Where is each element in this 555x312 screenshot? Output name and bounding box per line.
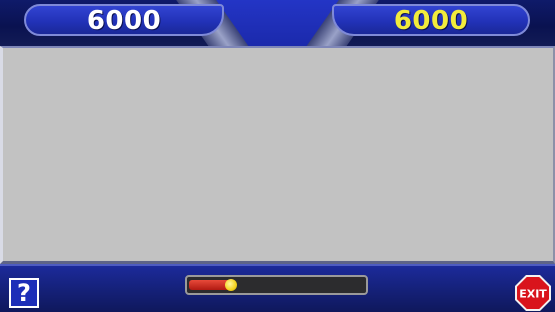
- control-bar: ? EXIT: [0, 264, 555, 312]
- player-one-score: 6000: [24, 4, 224, 36]
- player-two-score: 6000: [332, 4, 530, 36]
- question-mark-icon: ?: [17, 279, 31, 307]
- timer-knob: [225, 279, 237, 291]
- exit-label: EXIT: [519, 288, 547, 301]
- player-one-score-value: 6000: [86, 6, 162, 36]
- timer-bar: [185, 275, 368, 295]
- stop-sign-exit-icon: EXIT: [515, 275, 551, 311]
- player-two-score-value: 6000: [393, 6, 469, 36]
- score-bar: 6000 6000: [0, 0, 555, 48]
- game-display-panel: [0, 46, 555, 264]
- help-button[interactable]: ?: [9, 278, 39, 308]
- exit-button[interactable]: EXIT: [514, 274, 552, 312]
